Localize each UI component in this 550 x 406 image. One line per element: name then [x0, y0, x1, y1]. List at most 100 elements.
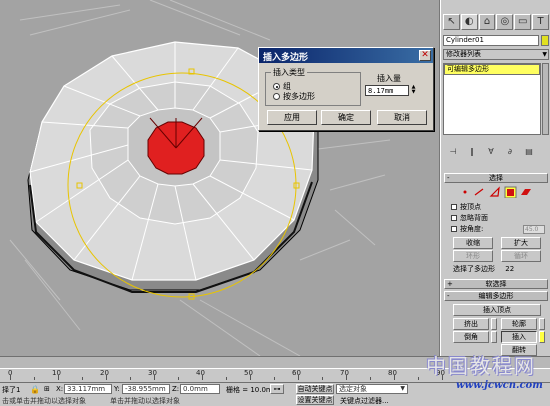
insert-vertex-button[interactable]: 插入顶点	[453, 304, 541, 316]
modifier-list-label: 修改器列表	[446, 50, 481, 58]
ignore-backface-box[interactable]	[451, 215, 457, 221]
set-key-button[interactable]: 设置关键点	[296, 395, 334, 405]
ruler-label: 40	[196, 369, 205, 377]
display-tab[interactable]: ▭	[514, 14, 532, 30]
auto-key-button[interactable]: 自动关键点	[296, 384, 334, 394]
edit-polygons-rollout-header[interactable]: - 编辑多边形	[444, 291, 548, 301]
extrude-button[interactable]: 挤出	[453, 318, 489, 330]
polygon-mode-icon	[504, 186, 517, 198]
by-angle-box[interactable]	[451, 226, 457, 232]
ruler-tick	[226, 377, 227, 380]
dialog-close-button[interactable]: ✕	[419, 50, 431, 61]
motion-icon: ◎	[500, 16, 510, 27]
watermark-url: www.jcwcn.com	[456, 380, 543, 391]
create-icon: ↖	[447, 16, 456, 27]
stack-item-editable-poly[interactable]: 可编辑多边形	[444, 64, 540, 75]
pin-stack-icon[interactable]: ⊣	[445, 146, 461, 158]
motion-tab[interactable]: ◎	[496, 14, 514, 30]
status-prompt-secondary: 单击并拖动以选择对象	[110, 397, 180, 405]
cancel-button[interactable]: 取消	[377, 110, 427, 125]
absolute-mode-icon[interactable]: ⊞	[44, 385, 50, 393]
ruler-tick	[58, 375, 59, 380]
stack-scrollbar[interactable]	[542, 63, 549, 135]
by-vertex-checkbox[interactable]: 按顶点	[451, 202, 481, 212]
ruler-tick	[10, 375, 11, 380]
configure-sets-icon[interactable]: ▤	[521, 146, 537, 158]
selection-info: 择了1	[2, 386, 21, 394]
key-mode-icon[interactable]: ⊶	[270, 384, 284, 394]
bevel-settings-button[interactable]	[491, 331, 497, 343]
modifier-stack: 可编辑多边形	[443, 63, 541, 135]
lock-selection-icon[interactable]: 🔒	[30, 385, 40, 394]
ruler-tick	[202, 375, 203, 380]
shrink-button[interactable]: 收缩	[453, 237, 493, 249]
selected-object-value: 选定对象	[339, 385, 367, 393]
make-unique-icon[interactable]: ∀	[483, 146, 499, 158]
z-label: Z:	[172, 385, 180, 393]
ruler-label: 80	[388, 369, 397, 377]
ruler-label: 30	[148, 369, 157, 377]
object-color-swatch[interactable]	[541, 35, 549, 46]
ignore-backface-checkbox[interactable]: 忽略背面	[451, 213, 488, 223]
inset-amount-field[interactable]: 8.17mm	[365, 85, 409, 96]
ok-button[interactable]: 确定	[321, 110, 371, 125]
utilities-tab[interactable]: T	[532, 14, 549, 30]
selection-status: 选择了多边形 22	[453, 264, 514, 274]
bevel-button[interactable]: 倒角	[453, 331, 489, 343]
soft-selection-title: 软选择	[485, 280, 507, 288]
ruler-tick	[394, 375, 395, 380]
soft-selection-rollout-header[interactable]: + 软选择	[444, 279, 548, 289]
expand-icon: +	[447, 280, 453, 288]
remove-modifier-icon[interactable]: ∂	[502, 146, 518, 158]
loop-button[interactable]: 循环	[501, 250, 541, 262]
grow-button[interactable]: 扩大	[501, 237, 541, 249]
selected-object-dropdown[interactable]: 选定对象 ▼	[336, 384, 408, 394]
apply-button[interactable]: 应用	[267, 110, 317, 125]
radio-by-polygon-indicator[interactable]	[273, 93, 280, 100]
show-end-result-icon[interactable]: ‖	[464, 146, 480, 158]
utilities-icon: T	[537, 16, 544, 27]
radio-by-polygon-option[interactable]: 按多边形	[273, 91, 315, 102]
ruler-tick	[322, 377, 323, 380]
chevron-down-icon: ▼	[400, 385, 405, 392]
z-coordinate-field[interactable]: 0.0mm	[180, 384, 220, 394]
subobject-level-icons[interactable]	[461, 186, 541, 198]
element-mode-icon	[521, 189, 531, 195]
modify-tab[interactable]: ◐	[460, 14, 478, 30]
command-panel-tabs: ↖ ◐ ⌂ ◎ ▭ T	[443, 14, 549, 30]
outline-settings-button[interactable]	[539, 318, 545, 330]
hierarchy-icon: ⌂	[483, 16, 491, 27]
ruler-tick	[178, 377, 179, 380]
outline-button[interactable]: 轮廓	[501, 318, 537, 330]
modifier-list-dropdown[interactable]: 修改器列表 ▼	[443, 49, 549, 60]
ruler-tick	[82, 377, 83, 380]
vertex-mode-icon	[463, 190, 467, 194]
ruler-tick	[106, 375, 107, 380]
x-coordinate-field[interactable]: 33.117mm	[64, 384, 112, 394]
y-coordinate-field[interactable]: -38.955mm	[122, 384, 170, 394]
ruler-tick	[250, 375, 251, 380]
extrude-settings-button[interactable]	[491, 318, 497, 330]
create-tab[interactable]: ↖	[443, 14, 460, 30]
selection-rollout-header[interactable]: - 选择	[444, 173, 548, 183]
by-angle-checkbox[interactable]: 按角度:	[451, 224, 483, 234]
key-filters-button[interactable]: 关键点过滤器...	[340, 396, 389, 406]
display-icon: ▭	[518, 16, 528, 27]
ruler-label: 50	[244, 369, 253, 377]
hierarchy-tab[interactable]: ⌂	[478, 14, 496, 30]
inset-type-label: 插入类型	[271, 67, 307, 78]
ring-button[interactable]: 环形	[453, 250, 493, 262]
inset-amount-spinner[interactable]: ▲ ▼	[410, 85, 417, 96]
ruler-tick	[298, 375, 299, 380]
angle-value-field[interactable]: 45.0	[523, 225, 545, 234]
radio-group-indicator[interactable]	[273, 83, 280, 90]
radio-by-polygon-label: 按多边形	[283, 92, 315, 101]
by-vertex-box[interactable]	[451, 204, 457, 210]
inset-polygons-dialog: 插入多边形 ✕ 插入类型 组 按多边形 插入量 8.17mm ▲ ▼ 应用 确定 …	[258, 47, 434, 131]
inset-button[interactable]: 插入	[501, 331, 537, 343]
modify-icon: ◐	[464, 16, 474, 27]
object-name-field[interactable]: Cylinder01	[443, 35, 539, 46]
dialog-title-bar[interactable]: 插入多边形 ✕	[259, 48, 433, 63]
by-angle-label: 按角度:	[460, 225, 484, 233]
inset-settings-button[interactable]	[539, 331, 545, 343]
